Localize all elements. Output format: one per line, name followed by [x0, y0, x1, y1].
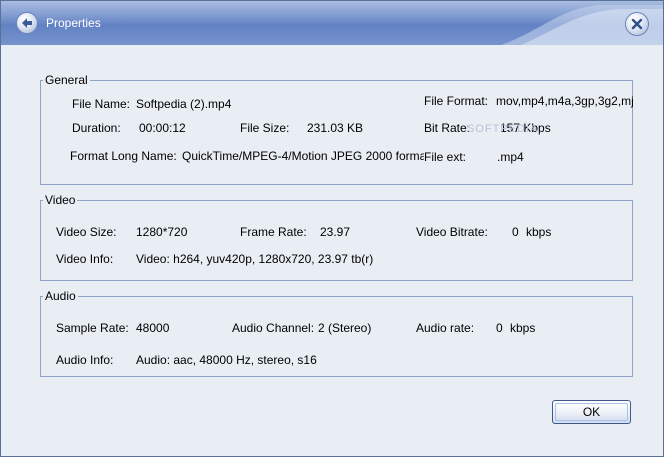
video-size-value: 1280*720: [136, 225, 188, 239]
close-button[interactable]: [625, 12, 649, 36]
audio-channel-label: Audio Channel:: [232, 321, 315, 335]
video-bitrate-label: Video Bitrate:: [416, 225, 488, 239]
video-info-value: Video: h264, yuv420p, 1280x720, 23.97 tb…: [136, 252, 374, 266]
file-name-value: Softpedia (2).mp4: [136, 97, 232, 111]
close-icon: [631, 18, 643, 30]
video-bitrate-unit: kbps: [526, 225, 552, 239]
file-ext-value: .mp4: [497, 150, 524, 164]
file-name-label: File Name:: [72, 97, 131, 111]
sample-rate-label: Sample Rate:: [56, 321, 129, 335]
softpedia-watermark: SOFTPEDIA: [467, 123, 539, 135]
general-legend: General: [45, 73, 88, 87]
ok-button[interactable]: OK: [552, 400, 631, 424]
properties-window: Properties General File Name: Softpedia …: [0, 0, 664, 457]
file-format-value: mov,mp4,m4a,3gp,3g2,mj2: [496, 94, 633, 108]
frame-rate-value: 23.97: [320, 225, 351, 239]
video-info-label: Video Info:: [56, 252, 114, 266]
back-arrow-icon: [16, 12, 38, 34]
window-title: Properties: [46, 16, 101, 30]
format-long-name-value: QuickTime/MPEG-4/Motion JPEG 2000 format: [182, 149, 424, 163]
video-size-label: Video Size:: [56, 225, 117, 239]
title-bar[interactable]: Properties: [1, 1, 663, 45]
audio-rate-value: 0: [496, 321, 503, 335]
audio-channel-value: 2 (Stereo): [318, 321, 372, 335]
audio-info-value: Audio: aac, 48000 Hz, stereo, s16: [136, 353, 317, 367]
video-legend: Video: [45, 193, 76, 207]
file-size-value: 231.03 KB: [307, 121, 364, 135]
file-ext-label: File ext:: [424, 150, 467, 164]
file-size-label: File Size:: [240, 121, 290, 135]
audio-rate-label: Audio rate:: [416, 321, 475, 335]
video-bitrate-value: 0: [512, 225, 519, 239]
sample-rate-value: 48000: [136, 321, 170, 335]
properties-content: General File Name: Softpedia (2).mp4 Fil…: [1, 45, 663, 456]
audio-info-label: Audio Info:: [56, 353, 114, 367]
bit-rate-label: Bit Rate:: [424, 121, 471, 135]
frame-rate-label: Frame Rate:: [240, 225, 307, 239]
file-format-label: File Format:: [424, 94, 489, 108]
duration-label: Duration:: [72, 121, 121, 135]
audio-legend: Audio: [45, 289, 76, 303]
duration-value: 00:00:12: [139, 121, 186, 135]
audio-rate-unit: kbps: [510, 321, 536, 335]
format-long-name-label: Format Long Name:: [70, 149, 177, 163]
